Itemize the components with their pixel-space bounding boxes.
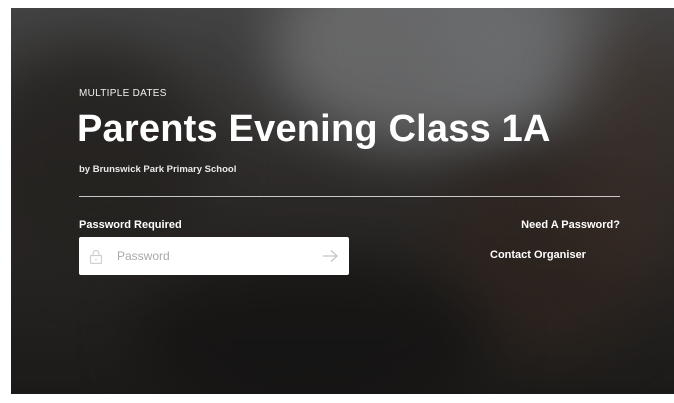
contact-organiser-link[interactable]: Contact Organiser	[490, 249, 586, 261]
organiser-name: by Brunswick Park Primary School	[79, 164, 237, 175]
event-content: MULTIPLE DATES Parents Evening Class 1A …	[11, 8, 674, 394]
password-input[interactable]	[117, 237, 307, 275]
arrow-right-icon[interactable]	[322, 249, 339, 268]
event-hero: MULTIPLE DATES Parents Evening Class 1A …	[11, 8, 674, 394]
dates-label: MULTIPLE DATES	[79, 88, 167, 99]
lock-icon	[89, 249, 103, 269]
password-field[interactable]	[79, 237, 349, 275]
divider	[79, 196, 620, 197]
need-password-label: Need A Password?	[521, 219, 620, 231]
event-title: Parents Evening Class 1A	[77, 108, 551, 150]
password-label: Password Required	[79, 219, 182, 231]
